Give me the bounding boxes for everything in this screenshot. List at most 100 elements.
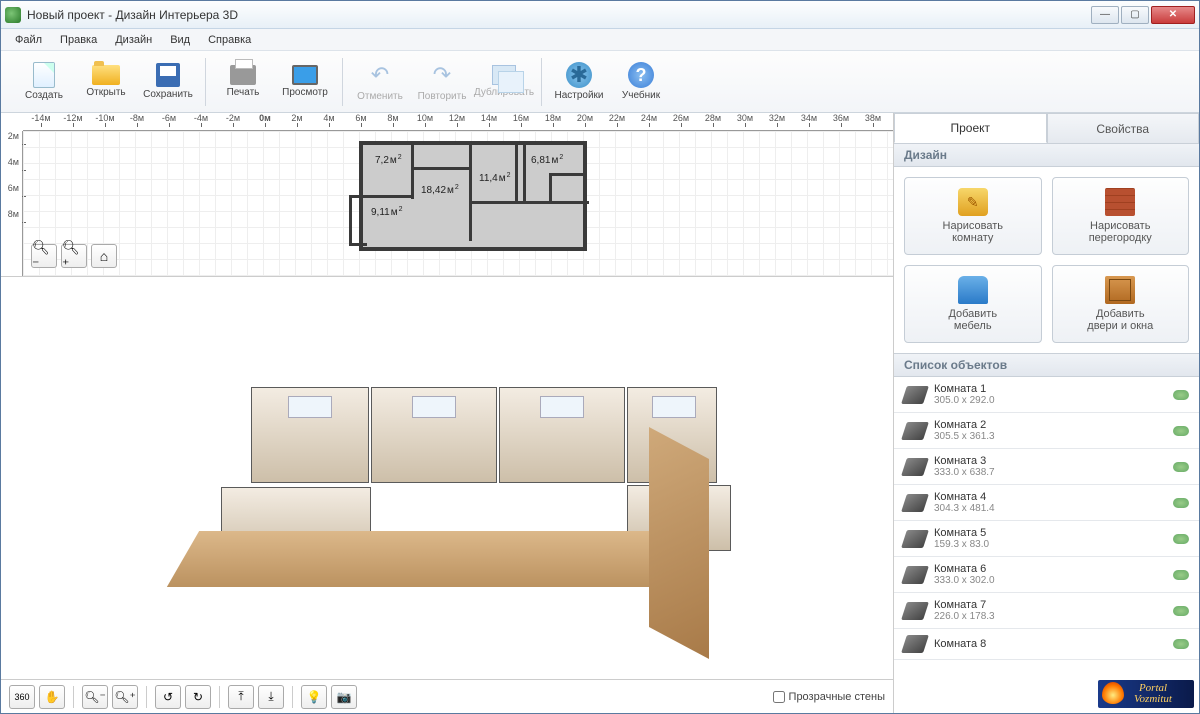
menu-edit[interactable]: Правка bbox=[52, 32, 105, 48]
visibility-toggle-icon[interactable] bbox=[1173, 606, 1189, 616]
visibility-toggle-icon[interactable] bbox=[1173, 390, 1189, 400]
room-icon bbox=[901, 602, 929, 620]
camera-button[interactable]: 📷 bbox=[331, 685, 357, 709]
home-icon: ⌂ bbox=[100, 248, 108, 264]
tab-properties[interactable]: Свойства bbox=[1047, 113, 1200, 143]
menu-design[interactable]: Дизайн bbox=[107, 32, 160, 48]
rotate-right-button[interactable]: ↻ bbox=[185, 685, 211, 709]
object-list-item[interactable]: Комната 3333.0 x 638.7 bbox=[894, 449, 1199, 485]
object-name: Комната 2 bbox=[934, 419, 1165, 431]
draw-partition-button[interactable]: Нарисовать перегородку bbox=[1052, 177, 1190, 255]
duplicate-button[interactable]: Дублировать bbox=[475, 55, 533, 109]
visibility-toggle-icon[interactable] bbox=[1173, 462, 1189, 472]
object-list-item[interactable]: Комната 7226.0 x 178.3 bbox=[894, 593, 1199, 629]
armchair-icon bbox=[958, 276, 988, 304]
object-list-item[interactable]: Комната 1305.0 x 292.0 bbox=[894, 377, 1199, 413]
redo-button[interactable]: ↷Повторить bbox=[413, 55, 471, 109]
titlebar: Новый проект - Дизайн Интерьера 3D — ▢ ✕ bbox=[1, 1, 1199, 29]
print-button[interactable]: Печать bbox=[214, 55, 272, 109]
object-list-item[interactable]: Комната 8 bbox=[894, 629, 1199, 660]
menu-help[interactable]: Справка bbox=[200, 32, 259, 48]
zoom-out-icon: 🔍︎⁻ bbox=[32, 239, 56, 273]
zoom-out-icon: 🔍︎⁻ bbox=[84, 690, 106, 704]
visibility-toggle-icon[interactable] bbox=[1173, 426, 1189, 436]
side-panel: Проект Свойства Дизайн Нарисовать комнат… bbox=[894, 113, 1199, 713]
ruler-tick: 4м bbox=[313, 113, 345, 123]
visibility-toggle-icon[interactable] bbox=[1173, 498, 1189, 508]
help-button[interactable]: ?Учебник bbox=[612, 55, 670, 109]
ruler-tick: 36м bbox=[825, 113, 857, 123]
visibility-toggle-icon[interactable] bbox=[1173, 570, 1189, 580]
settings-button[interactable]: Настройки bbox=[550, 55, 608, 109]
ruler-tick: 22м bbox=[601, 113, 633, 123]
object-list-item[interactable]: Комната 2305.5 x 361.3 bbox=[894, 413, 1199, 449]
menu-file[interactable]: Файл bbox=[7, 32, 50, 48]
plan-view-2d[interactable]: -14м-12м-10м-8м-6м-4м-2м0м2м4м6м8м10м12м… bbox=[1, 113, 893, 277]
pan-button[interactable]: ✋ bbox=[39, 685, 65, 709]
undo-button[interactable]: ↶Отменить bbox=[351, 55, 409, 109]
save-button[interactable]: Сохранить bbox=[139, 55, 197, 109]
object-name: Комната 6 bbox=[934, 563, 1165, 575]
visibility-toggle-icon[interactable] bbox=[1173, 534, 1189, 544]
folder-open-icon bbox=[92, 65, 120, 85]
ruler-tick: 6м bbox=[345, 113, 377, 123]
horizontal-ruler: -14м-12м-10м-8м-6м-4м-2м0м2м4м6м8м10м12м… bbox=[23, 113, 893, 131]
ruler-tick: 0м bbox=[249, 113, 281, 123]
render-view-3d[interactable] bbox=[1, 277, 893, 679]
transparent-walls-input[interactable] bbox=[773, 691, 785, 703]
room-icon bbox=[901, 422, 929, 440]
rotate-right-icon: ↻ bbox=[193, 690, 203, 704]
tilt-down-button[interactable]: ⤓ bbox=[258, 685, 284, 709]
home-button[interactable]: ⌂ bbox=[91, 244, 117, 268]
object-name: Комната 5 bbox=[934, 527, 1165, 539]
menu-view[interactable]: Вид bbox=[162, 32, 198, 48]
object-list-item[interactable]: Комната 4304.3 x 481.4 bbox=[894, 485, 1199, 521]
light-button[interactable]: 💡 bbox=[301, 685, 327, 709]
object-dimensions: 304.3 x 481.4 bbox=[934, 503, 1165, 514]
zoom-in-button[interactable]: 🔍︎⁺ bbox=[61, 244, 87, 268]
redo-icon: ↷ bbox=[428, 61, 456, 89]
visibility-toggle-icon[interactable] bbox=[1173, 639, 1189, 649]
object-dimensions: 159.3 x 83.0 bbox=[934, 539, 1165, 550]
room-area-label: 9,11 м2 bbox=[371, 207, 403, 218]
draw-room-button[interactable]: Нарисовать комнату bbox=[904, 177, 1042, 255]
room-icon bbox=[901, 530, 929, 548]
rotate-360-button[interactable]: 360 bbox=[9, 685, 35, 709]
tilt-down-icon: ⤓ bbox=[268, 689, 273, 704]
preview-button[interactable]: Просмотр bbox=[276, 55, 334, 109]
room-icon bbox=[901, 386, 929, 404]
tilt-up-icon: ⤒ bbox=[238, 689, 243, 704]
close-button[interactable]: ✕ bbox=[1151, 6, 1195, 24]
room-3d bbox=[251, 387, 369, 483]
new-button[interactable]: Создать bbox=[15, 55, 73, 109]
zoom-in-icon: 🔍︎⁺ bbox=[62, 239, 86, 273]
maximize-button[interactable]: ▢ bbox=[1121, 6, 1149, 24]
object-list-item[interactable]: Комната 6333.0 x 302.0 bbox=[894, 557, 1199, 593]
object-name: Комната 1 bbox=[934, 383, 1165, 395]
ruler-tick: 26м bbox=[665, 113, 697, 123]
object-list-item[interactable]: Комната 5159.3 x 83.0 bbox=[894, 521, 1199, 557]
add-furniture-button[interactable]: Добавить мебель bbox=[904, 265, 1042, 343]
transparent-walls-checkbox[interactable]: Прозрачные стены bbox=[773, 691, 885, 703]
minimize-button[interactable]: — bbox=[1091, 6, 1119, 24]
room-3d bbox=[371, 387, 497, 483]
ruler-tick: 4м bbox=[1, 157, 22, 183]
tab-project[interactable]: Проект bbox=[894, 113, 1047, 143]
object-list[interactable]: Комната 1305.0 x 292.0Комната 2305.5 x 3… bbox=[894, 377, 1199, 713]
tilt-up-button[interactable]: ⤒ bbox=[228, 685, 254, 709]
object-name: Комната 8 bbox=[934, 638, 1165, 650]
ruler-tick: 12м bbox=[441, 113, 473, 123]
rotate-360-icon: 360 bbox=[14, 692, 29, 702]
add-doors-windows-button[interactable]: Добавить двери и окна bbox=[1052, 265, 1190, 343]
room-icon bbox=[901, 458, 929, 476]
open-button[interactable]: Открыть bbox=[77, 55, 135, 109]
ruler-tick: 20м bbox=[569, 113, 601, 123]
vertical-ruler: 2м4м6м8м bbox=[1, 131, 23, 276]
zoom-in-3d-button[interactable]: 🔍︎⁺ bbox=[112, 685, 138, 709]
zoom-out-button[interactable]: 🔍︎⁻ bbox=[31, 244, 57, 268]
zoom-out-3d-button[interactable]: 🔍︎⁻ bbox=[82, 685, 108, 709]
main-toolbar: Создать Открыть Сохранить Печать Просмот… bbox=[1, 51, 1199, 113]
floorplan-2d[interactable]: 7,2 м29,11 м218,42 м211,4 м26,81 м2 bbox=[359, 141, 587, 251]
rotate-left-button[interactable]: ↺ bbox=[155, 685, 181, 709]
view-toolbar: 360 ✋ 🔍︎⁻ 🔍︎⁺ ↺ ↻ ⤒ ⤓ 💡 📷 Прозрачные сте… bbox=[1, 679, 893, 713]
